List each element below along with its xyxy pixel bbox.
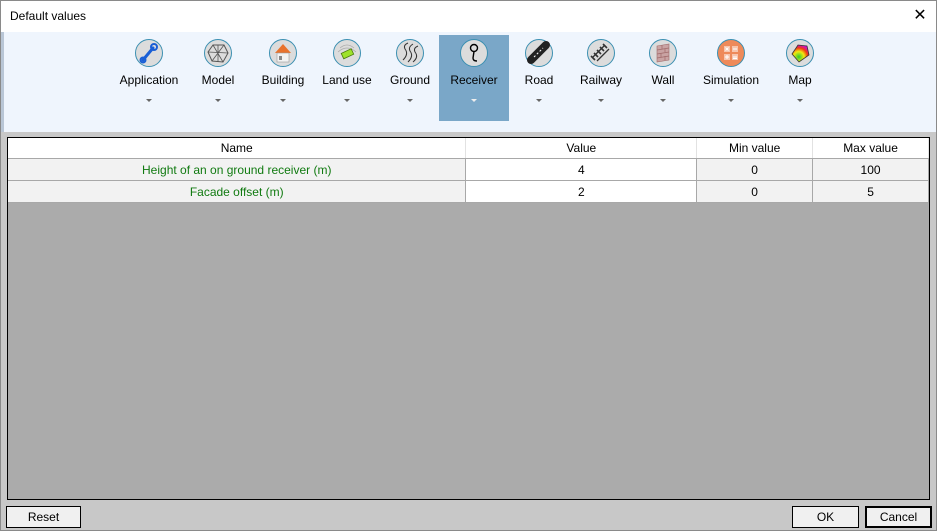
tab-label: Model xyxy=(201,73,235,87)
category-ribbon: Application Model Building Land use Grou… xyxy=(1,32,936,132)
chevron-down-icon[interactable] xyxy=(407,99,413,102)
tab-simulation[interactable]: Simulation xyxy=(699,35,763,121)
default-values-dialog: Default values ✕ Application Model Build… xyxy=(0,0,937,531)
tab-label: Simulation xyxy=(702,73,760,87)
cancel-button[interactable]: Cancel xyxy=(865,506,932,528)
chevron-down-icon[interactable] xyxy=(598,99,604,102)
chevron-down-icon[interactable] xyxy=(536,99,542,102)
chevron-down-icon[interactable] xyxy=(660,99,666,102)
wrench-icon xyxy=(135,39,163,67)
column-header-min[interactable]: Min value xyxy=(696,138,814,159)
tab-ground[interactable]: Ground xyxy=(384,35,436,121)
brick-wall-icon xyxy=(649,39,677,67)
title-bar: Default values ✕ xyxy=(1,1,936,32)
reset-button[interactable]: Reset xyxy=(6,506,81,528)
chevron-down-icon[interactable] xyxy=(471,99,477,102)
row-name: Height of an on ground receiver (m) xyxy=(8,158,467,181)
table-row[interactable]: Height of an on ground receiver (m) 4 0 … xyxy=(8,158,929,181)
column-header-max[interactable]: Max value xyxy=(812,138,929,159)
ground-lines-icon xyxy=(396,39,424,67)
row-min: 0 xyxy=(696,158,814,181)
row-max: 5 xyxy=(812,180,929,203)
close-icon[interactable]: ✕ xyxy=(910,6,930,26)
road-icon xyxy=(525,39,553,67)
window-title: Default values xyxy=(10,9,87,23)
ok-button[interactable]: OK xyxy=(792,506,859,528)
tab-label: Receiver xyxy=(450,73,498,87)
tab-label: Building xyxy=(261,73,305,87)
tab-label: Wall xyxy=(651,73,675,87)
chevron-down-icon[interactable] xyxy=(728,99,734,102)
chevron-down-icon[interactable] xyxy=(797,99,803,102)
values-grid: Name Value Min value Max value Height of… xyxy=(7,137,930,500)
chevron-down-icon[interactable] xyxy=(280,99,286,102)
tab-label: Road xyxy=(524,73,554,87)
tab-wall[interactable]: Wall xyxy=(639,35,687,121)
tab-label: Application xyxy=(119,73,179,87)
tab-map[interactable]: Map xyxy=(776,35,824,121)
row-name: Facade offset (m) xyxy=(8,180,467,203)
tab-receiver[interactable]: Receiver xyxy=(439,35,509,121)
chevron-down-icon[interactable] xyxy=(215,99,221,102)
tab-model[interactable]: Model xyxy=(191,35,245,121)
chevron-down-icon[interactable] xyxy=(344,99,350,102)
row-value-cell[interactable]: 4 xyxy=(465,158,698,181)
color-map-icon xyxy=(786,39,814,67)
railway-icon xyxy=(587,39,615,67)
values-table: Name Value Min value Max value Height of… xyxy=(8,138,929,203)
calculator-icon xyxy=(717,39,745,67)
tab-application[interactable]: Application xyxy=(118,35,180,121)
mesh-icon xyxy=(204,39,232,67)
tab-label: Map xyxy=(788,73,812,87)
tab-label: Railway xyxy=(579,73,622,87)
house-icon xyxy=(269,39,297,67)
receiver-pin-icon xyxy=(460,39,488,67)
header-row: Name Value Min value Max value xyxy=(8,138,929,159)
column-header-value[interactable]: Value xyxy=(465,138,698,159)
tab-label: Ground xyxy=(389,73,431,87)
land-use-icon xyxy=(333,39,361,67)
chevron-down-icon[interactable] xyxy=(146,99,152,102)
row-value-cell[interactable]: 2 xyxy=(465,180,698,203)
tab-label: Land use xyxy=(322,73,372,87)
row-max: 100 xyxy=(812,158,929,181)
column-header-name[interactable]: Name xyxy=(8,138,467,159)
row-min: 0 xyxy=(696,180,814,203)
tab-building[interactable]: Building xyxy=(255,35,311,121)
tab-land-use[interactable]: Land use xyxy=(318,35,376,121)
table-row[interactable]: Facade offset (m) 2 0 5 xyxy=(8,180,929,203)
tab-road[interactable]: Road xyxy=(515,35,563,121)
tab-railway[interactable]: Railway xyxy=(574,35,628,121)
